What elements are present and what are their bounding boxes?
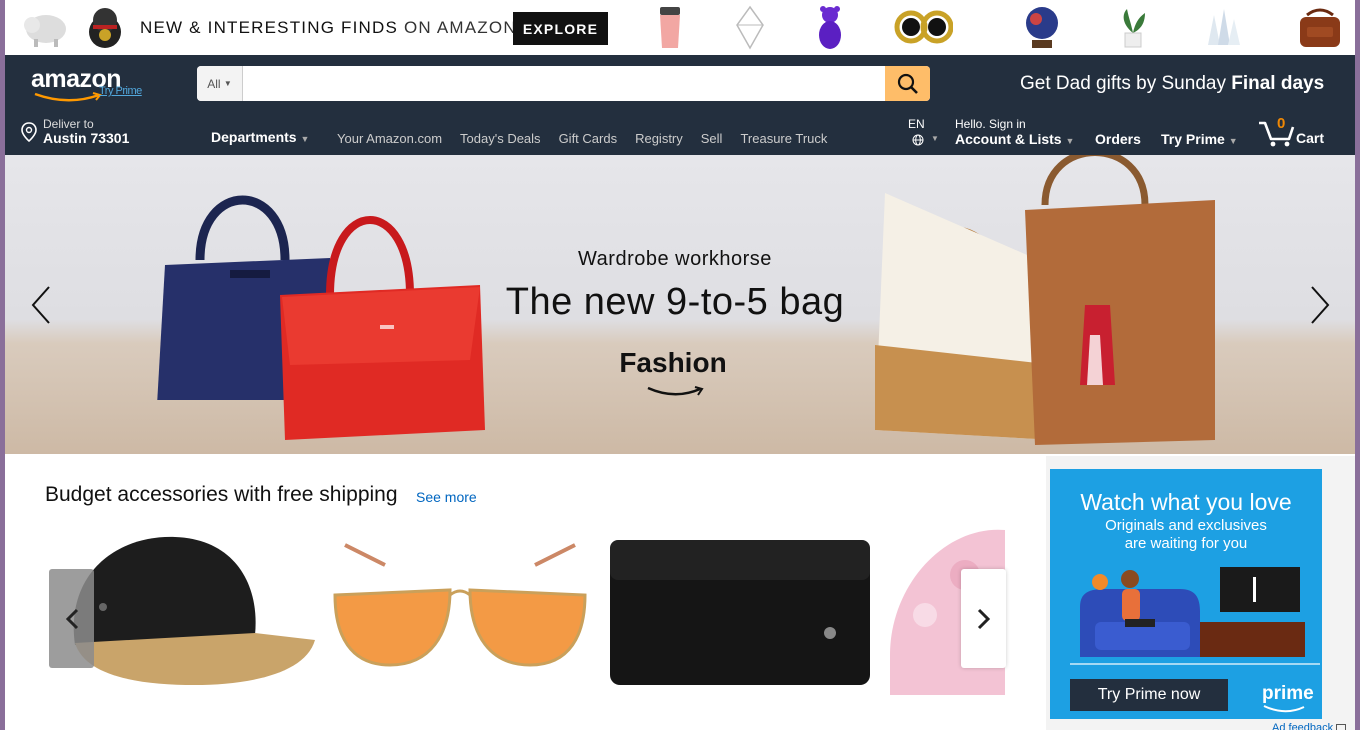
search-bar: All ▼ (197, 66, 930, 101)
language-selector[interactable]: EN ▼ (908, 117, 939, 146)
caret-down-icon: ▼ (1065, 136, 1075, 146)
see-more-link[interactable]: See more (416, 489, 477, 505)
cart-count: 0 (1277, 115, 1286, 132)
nav-promo-text[interactable]: Get Dad gifts by Sunday Final days (1020, 73, 1324, 95)
search-button[interactable] (885, 66, 930, 101)
departments-menu[interactable]: Departments ▼ (211, 129, 309, 145)
orders-link[interactable]: Orders (1095, 131, 1141, 147)
globe-lamp-thumbnail (1026, 7, 1058, 48)
globe-icon (912, 134, 924, 146)
chevron-right-icon (977, 608, 990, 629)
ad-headline: Watch what you love (1080, 489, 1292, 515)
nav-links: Your Amazon.com Today's Deals Gift Cards… (337, 131, 845, 146)
prime-video-ad: Watch what you love Originals and exclus… (1046, 456, 1355, 730)
browser-viewport: NEW & INTERESTING FINDS ON AMAZON EXPLOR… (5, 0, 1355, 730)
prime-logo: prime (1262, 683, 1314, 704)
prime-ad-panel[interactable]: Watch what you love Originals and exclus… (1050, 469, 1322, 719)
lucky-cat-thumbnail (89, 8, 121, 48)
nav-link-gift-cards[interactable]: Gift Cards (559, 131, 618, 146)
location-pin-icon (21, 122, 37, 142)
nav-link-your-amazon[interactable]: Your Amazon.com (337, 131, 442, 146)
search-icon (897, 73, 918, 94)
ad-feedback-link[interactable]: Ad feedback (1272, 722, 1347, 730)
hero-smile-icon (647, 386, 704, 396)
prime-smile-icon (1263, 705, 1305, 713)
search-input[interactable] (244, 66, 884, 101)
gummy-bear-lamp-thumbnail (819, 6, 841, 49)
earrings-thumbnail (894, 10, 953, 44)
nav-link-sell[interactable]: Sell (701, 131, 723, 146)
geometric-shelf-thumbnail (736, 5, 764, 50)
try-prime-link[interactable]: Try Prime (99, 85, 142, 97)
caret-down-icon: ▼ (300, 134, 310, 144)
explore-button[interactable]: EXPLORE (513, 12, 608, 45)
plant-thumbnail (1123, 9, 1145, 48)
cart-label: Cart (1296, 130, 1325, 146)
search-scope-dropdown[interactable]: All ▼ (197, 66, 243, 101)
account-lists-menu[interactable]: Hello. Sign in Account & Lists ▼ (955, 117, 1074, 147)
carousel-prev-button[interactable] (49, 569, 94, 668)
nav-link-registry[interactable]: Registry (635, 131, 683, 146)
try-prime-now-button[interactable]: Try Prime now (1070, 679, 1228, 711)
crystal-thumbnail (1208, 9, 1240, 45)
promo-strip[interactable]: NEW & INTERESTING FINDS ON AMAZON EXPLOR… (5, 0, 1355, 55)
tumbler-thumbnail (660, 7, 680, 48)
handbag-brown-image (1025, 155, 1215, 445)
chevron-down-icon: ▼ (223, 79, 232, 88)
product-phone-case-image[interactable] (605, 525, 875, 695)
caret-down-icon: ▼ (931, 134, 939, 143)
sheep-figurine-thumbnail (24, 15, 66, 47)
smile-logo-icon (34, 92, 102, 102)
cart-link[interactable]: 0 Cart (1258, 115, 1338, 149)
nav-link-treasure-truck[interactable]: Treasure Truck (740, 131, 827, 146)
ad-subtext: Originals and exclusives are waiting for… (1105, 517, 1267, 552)
amazon-logo[interactable]: amazon Try Prime (31, 65, 142, 102)
chevron-left-icon (65, 608, 78, 629)
hero-next-arrow-icon[interactable] (1308, 285, 1332, 325)
try-prime-menu[interactable]: Try Prime ▼ (1161, 131, 1238, 147)
navigation-header: amazon Try Prime All ▼ Get Dad gifts by … (5, 55, 1355, 155)
product-sunglasses-image[interactable] (325, 525, 595, 695)
person-watching-tv-illustration (1070, 567, 1320, 665)
hero-prev-arrow-icon[interactable] (29, 285, 53, 325)
hero-banner[interactable]: Wardrobe workhorse The new 9-to-5 bag Fa… (5, 155, 1355, 454)
feedback-checkbox-icon (1336, 724, 1347, 730)
leather-bag-thumbnail (1300, 8, 1340, 47)
caret-down-icon: ▼ (1228, 136, 1238, 146)
carousel-next-button[interactable] (961, 569, 1006, 668)
nav-link-todays-deals[interactable]: Today's Deals (460, 131, 541, 146)
budget-section-title: Budget accessories with free shipping (45, 483, 398, 506)
promo-title: NEW & INTERESTING FINDS ON AMAZON (140, 18, 517, 37)
